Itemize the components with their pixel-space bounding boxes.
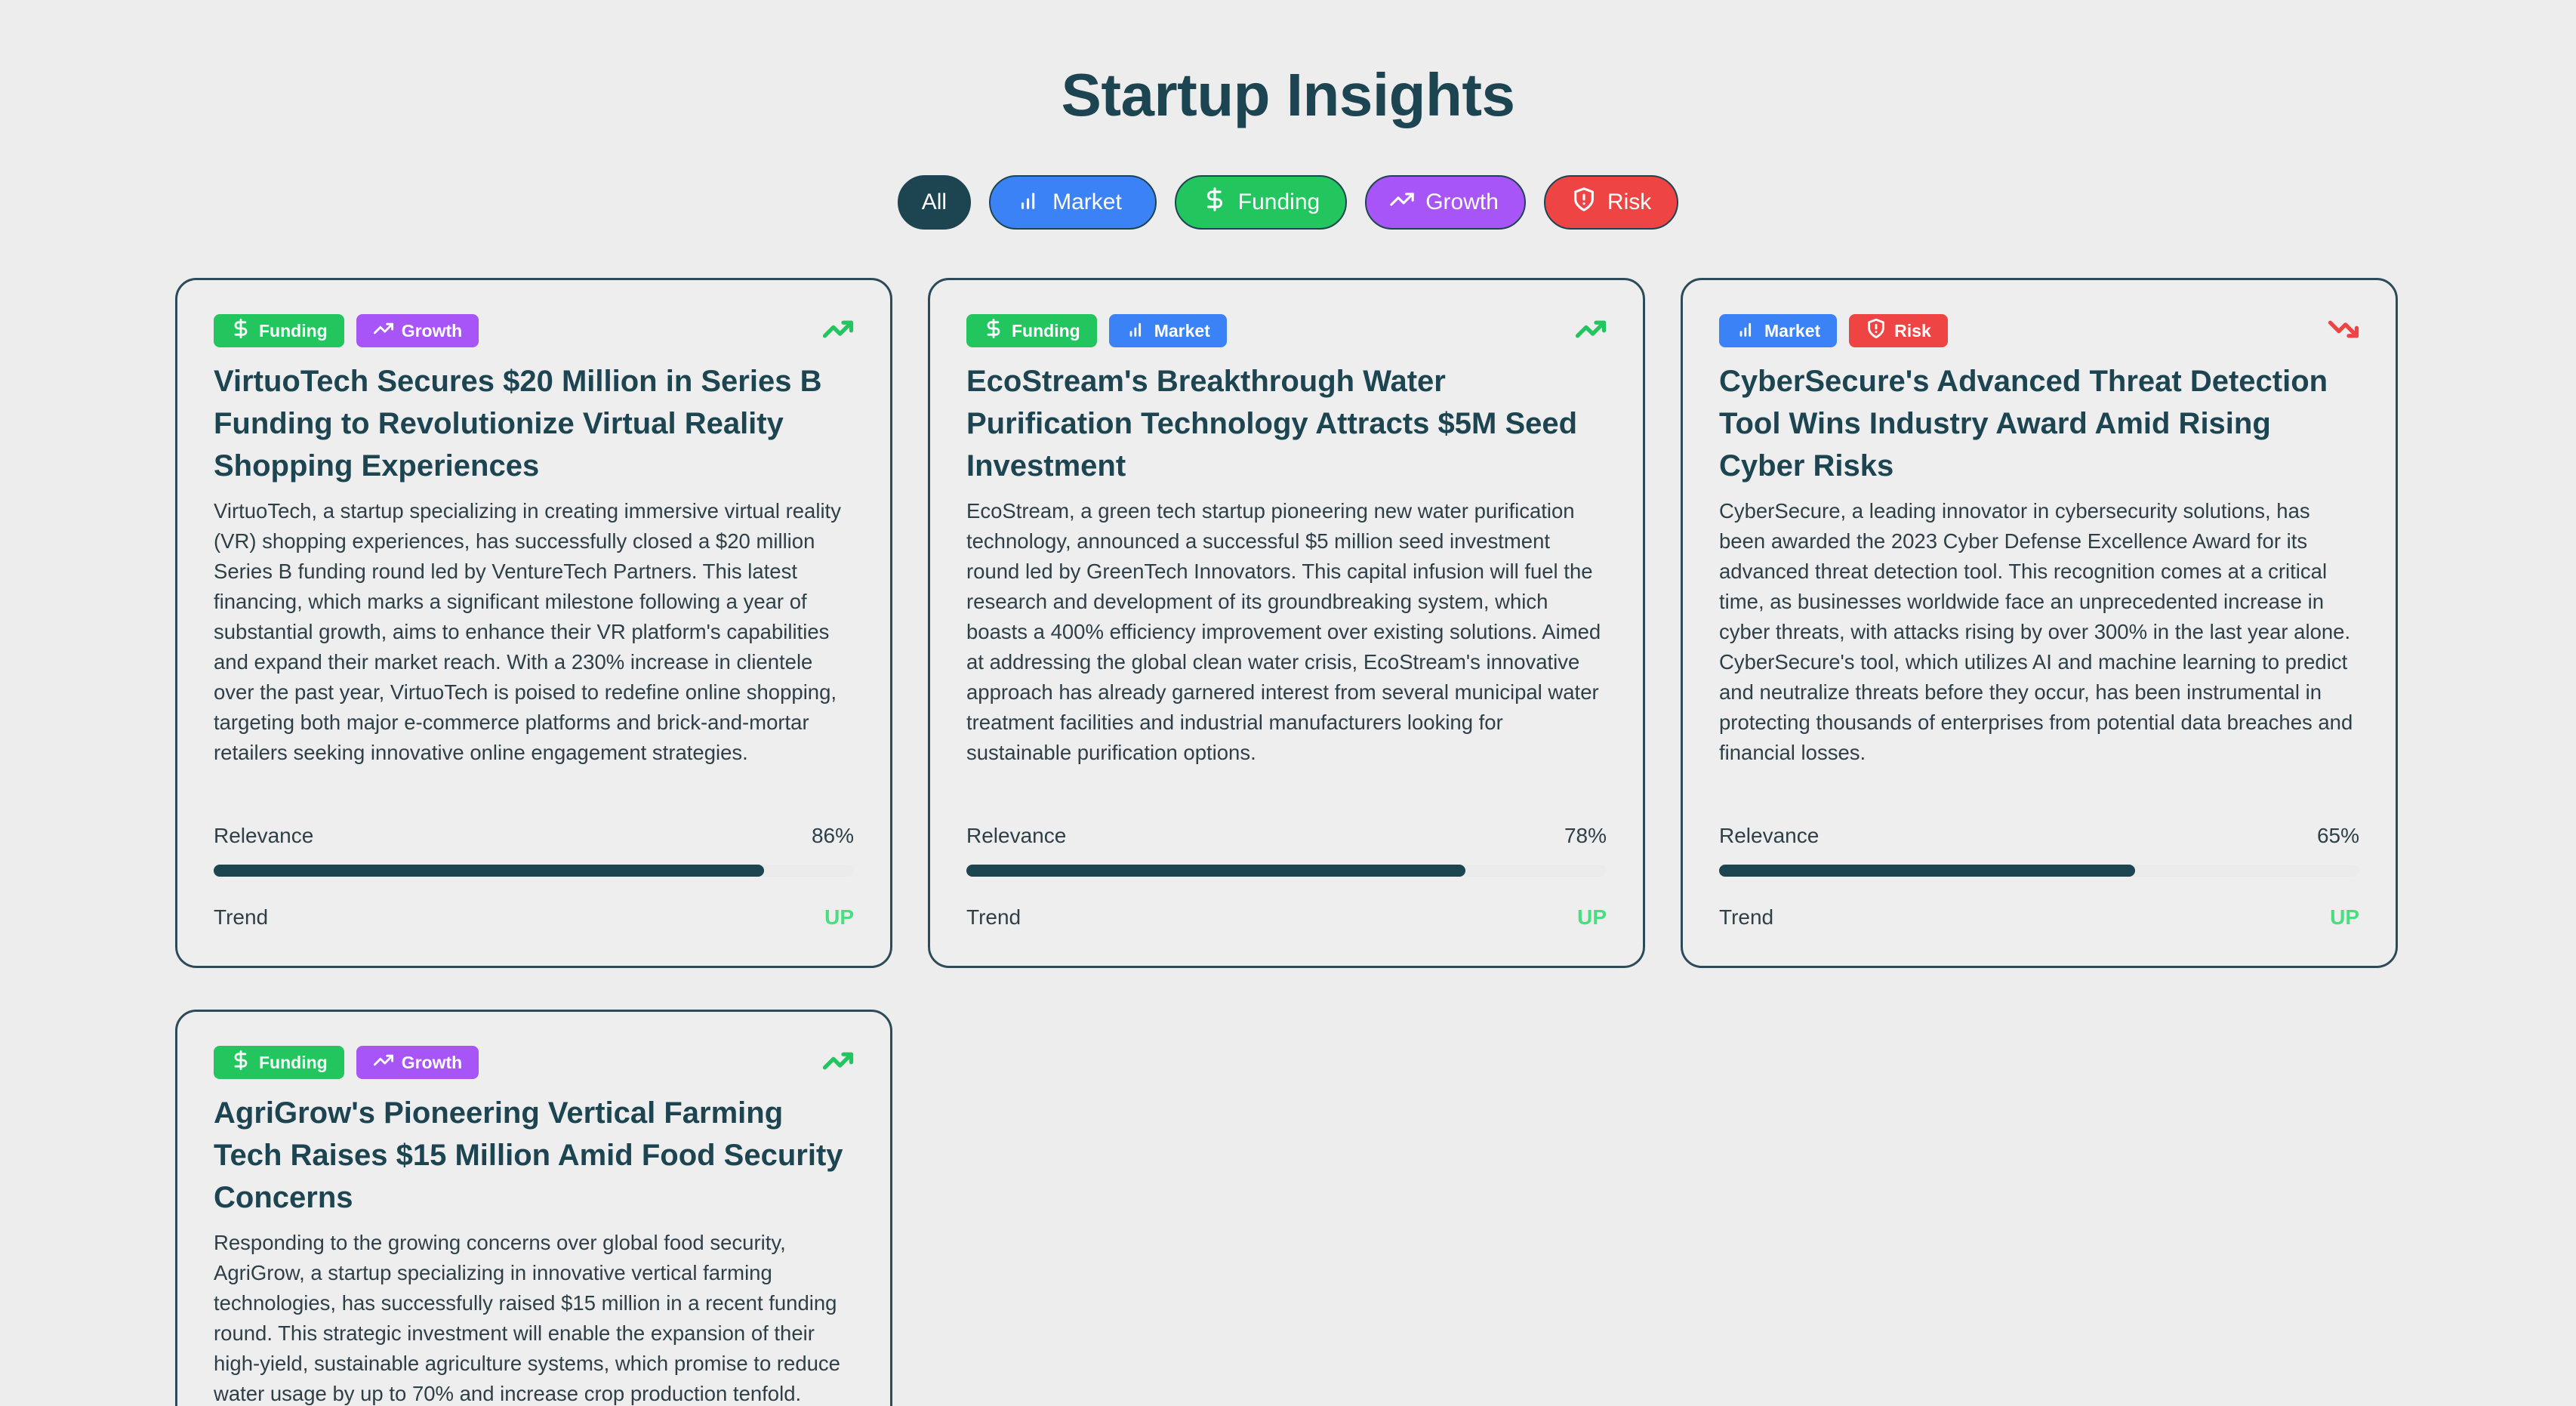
dollar-icon	[230, 318, 251, 344]
relevance-row: Relevance 86%	[214, 821, 854, 851]
tag-label: Growth	[401, 1052, 463, 1072]
filter-label: Market	[1052, 190, 1122, 214]
trend-row: Trend UP	[1719, 902, 2359, 966]
relevance-bar	[214, 865, 854, 877]
filter-growth-button[interactable]: Growth	[1365, 175, 1526, 230]
bar-chart-icon	[1016, 187, 1042, 218]
filter-risk-button[interactable]: Risk	[1543, 175, 1679, 230]
relevance-value: 78%	[1564, 824, 1607, 847]
card-title[interactable]: EcoStream's Breakthrough Water Purificat…	[966, 360, 1607, 487]
tag-label: Market	[1154, 320, 1210, 341]
card-title[interactable]: VirtuoTech Secures $20 Million in Series…	[214, 360, 854, 487]
card-title[interactable]: CyberSecure's Advanced Threat Detection …	[1719, 360, 2359, 487]
filter-all-button[interactable]: All	[897, 175, 972, 230]
insight-card[interactable]: Funding Growth AgriGrow's Pioneering Ver…	[175, 1010, 892, 1406]
trend-value: UP	[1577, 905, 1607, 929]
trending-up-icon	[1389, 187, 1415, 218]
filter-funding-button[interactable]: Funding	[1174, 175, 1348, 230]
trend-label: Trend	[1719, 905, 1774, 929]
insight-card[interactable]: Funding Growth VirtuoTech Secures $20 Mi…	[175, 278, 892, 968]
tag-label: Funding	[259, 320, 328, 341]
relevance-bar	[1719, 865, 2359, 877]
tag-growth: Growth	[356, 1046, 479, 1079]
relevance-row: Relevance 78%	[966, 821, 1607, 851]
dollar-icon	[983, 318, 1004, 344]
dollar-icon	[1202, 187, 1228, 218]
card-body: EcoStream, a green tech startup pioneeri…	[966, 499, 1601, 764]
bar-chart-icon	[1126, 318, 1147, 344]
dollar-icon	[230, 1050, 251, 1075]
trending-down-icon	[2328, 313, 2359, 349]
filter-label: Growth	[1425, 190, 1499, 214]
filter-label: All	[921, 190, 948, 214]
insight-card[interactable]: Market Risk CyberSecure's Advanced Threa…	[1681, 278, 2398, 968]
trending-up-icon	[822, 313, 854, 349]
relevance-label: Relevance	[966, 824, 1067, 847]
tag-risk: Risk	[1849, 314, 1948, 347]
trend-label: Trend	[214, 905, 269, 929]
relevance-bar	[966, 865, 1607, 877]
relevance-row: Relevance 65%	[1719, 821, 2359, 851]
filter-market-button[interactable]: Market	[989, 175, 1157, 230]
insight-card[interactable]: Funding Market EcoStream's Breakthrough …	[928, 278, 1645, 968]
shield-icon	[1571, 187, 1597, 218]
card-body: VirtuoTech, a startup specializing in cr…	[214, 499, 841, 764]
tag-label: Risk	[1894, 320, 1931, 341]
tag-market: Market	[1719, 314, 1838, 347]
tag-funding: Funding	[214, 314, 344, 347]
tag-market: Market	[1108, 314, 1227, 347]
trending-up-icon	[373, 318, 394, 344]
relevance-value: 86%	[811, 824, 854, 847]
filter-label: Funding	[1237, 190, 1320, 214]
tag-funding: Funding	[966, 314, 1097, 347]
filter-bar: All Market Funding Growth Risk	[0, 175, 2576, 230]
relevance-bar-fill	[214, 865, 765, 877]
tag-label: Market	[1764, 320, 1821, 341]
relevance-label: Relevance	[214, 824, 314, 847]
trend-value: UP	[824, 905, 854, 929]
page: Startup Insights All Market Funding Grow…	[0, 0, 2576, 1406]
trend-value: UP	[2330, 905, 2359, 929]
page-title: Startup Insights	[1061, 61, 1515, 128]
trending-up-icon	[1575, 313, 1607, 349]
trending-up-icon	[373, 1050, 394, 1075]
card-title[interactable]: AgriGrow's Pioneering Vertical Farming T…	[214, 1092, 854, 1219]
shield-icon	[1866, 318, 1887, 344]
tag-label: Funding	[1012, 320, 1080, 341]
tag-label: Funding	[259, 1052, 328, 1072]
relevance-value: 65%	[2316, 824, 2359, 847]
card-body: Responding to the growing concerns over …	[214, 1231, 840, 1405]
tag-growth: Growth	[356, 314, 479, 347]
bar-chart-icon	[1736, 318, 1757, 344]
trend-row: Trend UP	[966, 902, 1607, 966]
filter-label: Risk	[1607, 190, 1652, 214]
tag-funding: Funding	[214, 1046, 344, 1079]
trending-up-icon	[822, 1045, 854, 1081]
relevance-bar-fill	[1719, 865, 2136, 877]
tag-label: Growth	[401, 320, 463, 341]
trend-label: Trend	[966, 905, 1021, 929]
card-body: CyberSecure, a leading innovator in cybe…	[1719, 499, 2353, 764]
relevance-bar-fill	[966, 865, 1466, 877]
trend-row: Trend UP	[214, 902, 854, 966]
relevance-label: Relevance	[1719, 824, 1820, 847]
